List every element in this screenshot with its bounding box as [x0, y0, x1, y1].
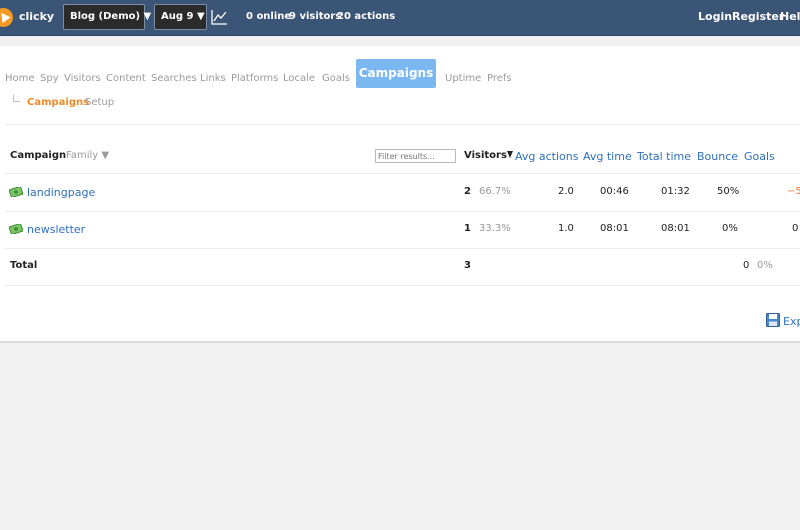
help-link[interactable]: Help [780, 10, 800, 23]
nav-item-home[interactable]: Home [5, 73, 35, 84]
nav-item-spy[interactable]: Spy [40, 73, 59, 84]
column-header-visitors[interactable]: Visitors [464, 150, 507, 161]
goals-value: 0 [792, 223, 799, 234]
save-icon[interactable] [766, 313, 780, 327]
export-link[interactable]: Exp [783, 315, 800, 328]
register-link[interactable]: Register [732, 10, 784, 23]
total-time-value: 01:32 [661, 186, 690, 197]
login-link[interactable]: Login [698, 10, 732, 23]
total-time-value: 08:01 [661, 223, 690, 234]
divider [5, 173, 800, 174]
nav-item-prefs[interactable]: Prefs [487, 73, 512, 84]
money-icon [9, 187, 23, 197]
column-header-avg-actions[interactable]: Avg actions [515, 150, 578, 163]
avg-actions-value: 1.0 [558, 223, 574, 234]
total-goals: 0 [743, 260, 750, 271]
top-bar: clicky Blog (Demo) ▼ Aug 9 ▼ 0 online 9 … [0, 0, 800, 36]
nav-item-links[interactable]: Links [200, 73, 226, 84]
brand-name[interactable]: clicky [19, 10, 54, 23]
subnav-item-setup[interactable]: Setup [85, 97, 114, 108]
avg-time-value: 00:46 [600, 186, 629, 197]
actions-count[interactable]: 20 actions [337, 11, 395, 22]
nav-item-searches[interactable]: Searches [151, 73, 197, 84]
date-selector-dropdown[interactable]: Aug 9 ▼ [154, 4, 207, 30]
column-header-total-time[interactable]: Total time [637, 150, 691, 163]
column-header-avg-time[interactable]: Avg time [583, 150, 632, 163]
total-label: Total [10, 260, 38, 271]
money-icon [9, 224, 23, 234]
nav-item-platforms[interactable]: Platforms [231, 73, 278, 84]
nav-item-visitors[interactable]: Visitors [64, 73, 101, 84]
goals-value: −5 [787, 186, 800, 197]
sort-desc-icon [507, 151, 513, 158]
column-header-bounce[interactable]: Bounce [697, 150, 738, 163]
nav-item-uptime[interactable]: Uptime [445, 73, 481, 84]
clicky-logo-icon[interactable] [0, 8, 13, 27]
subnav-item-campaigns[interactable]: Campaigns [27, 97, 89, 108]
bounce-value: 0% [722, 223, 738, 234]
online-count[interactable]: 0 online [246, 11, 291, 22]
subnav-connector [13, 95, 20, 102]
total-goals-percent: 0% [757, 260, 773, 271]
nav-item-locale[interactable]: Locale [283, 73, 315, 84]
campaign-link[interactable]: landingpage [27, 186, 95, 199]
line-chart-icon[interactable] [211, 9, 228, 25]
avg-actions-value: 2.0 [558, 186, 574, 197]
site-selector-dropdown[interactable]: Blog (Demo) ▼ [63, 4, 151, 30]
divider [5, 285, 800, 286]
nav-item-campaigns[interactable]: Campaigns [356, 59, 436, 88]
visitors-value: 2 [464, 186, 471, 197]
visitors-percent: 66.7% [479, 186, 511, 197]
total-visitors: 3 [464, 260, 471, 271]
column-header-goals[interactable]: Goals [744, 150, 775, 163]
divider [5, 124, 800, 125]
campaign-link[interactable]: newsletter [27, 223, 85, 236]
bounce-value: 50% [717, 186, 740, 197]
visitors-value: 1 [464, 223, 471, 234]
nav-item-goals[interactable]: Goals [322, 73, 350, 84]
column-header-family[interactable]: Family ▼ [66, 150, 109, 161]
visitors-percent: 33.3% [479, 223, 511, 234]
column-header-campaign[interactable]: Campaign [10, 150, 66, 161]
divider [5, 211, 800, 212]
nav-item-content[interactable]: Content [106, 73, 146, 84]
visitors-count[interactable]: 9 visitors [289, 11, 341, 22]
filter-results-input[interactable] [375, 149, 456, 163]
divider [5, 248, 800, 249]
avg-time-value: 08:01 [600, 223, 629, 234]
